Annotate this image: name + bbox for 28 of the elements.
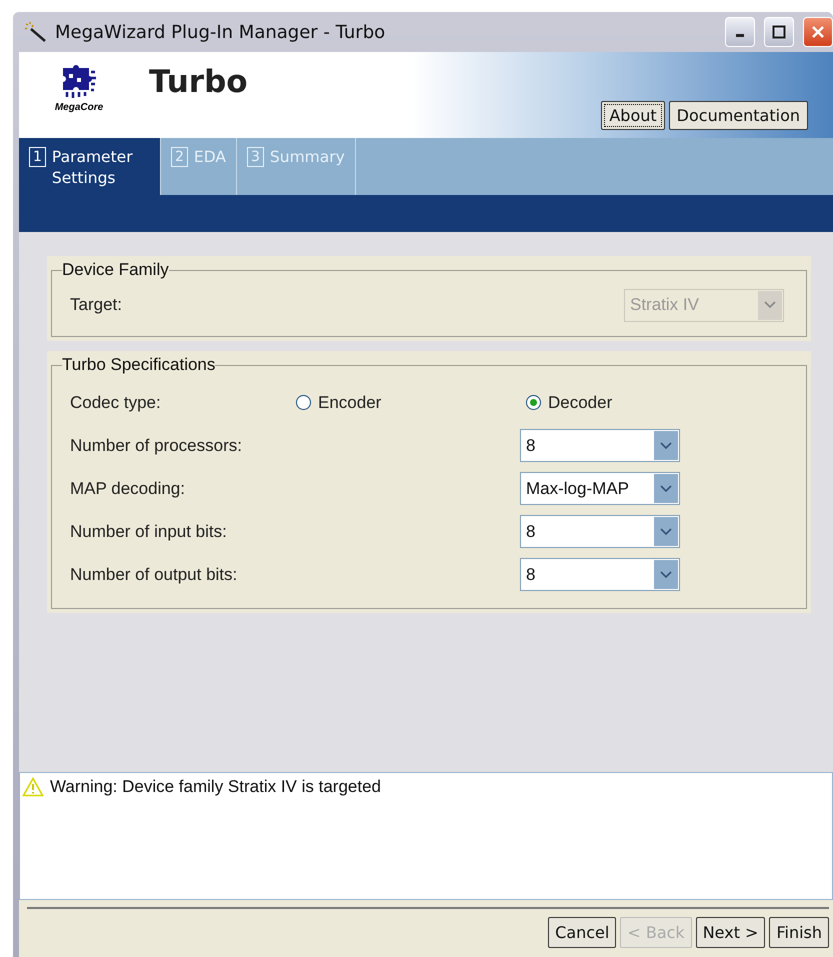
wizard-button[interactable]: Cancel [548,917,616,948]
value-dropdown[interactable]: 8 [520,515,680,548]
logo-caption: MegaCore [54,102,104,113]
value-dropdown[interactable]: 8 [520,558,680,591]
minimize-icon[interactable] [725,17,755,47]
wizard-button[interactable]: Finish [769,917,829,948]
field-label: Number of output bits: [70,564,238,584]
codec-type-label: Codec type: [70,392,162,412]
value-dropdown[interactable]: 8 [520,429,680,462]
target-label: Target: [70,295,123,315]
codec-radio[interactable]: Decoder [526,392,756,412]
field-label: Number of processors: [70,436,243,456]
close-icon[interactable] [803,17,833,47]
wizard-tab[interactable]: 1 Parameter Settings [19,138,161,195]
field-label: Number of input bits: [70,522,228,542]
page-title: Turbo [149,64,249,102]
field-label: MAP decoding: [70,478,186,498]
window-title: MegaWizard Plug-In Manager - Turbo [55,22,386,42]
codec-radio[interactable]: Encoder [296,392,526,412]
warning-message: Warning: Device family Stratix IV is targeted [50,777,381,797]
value-dropdown[interactable]: Max-log-MAP [520,472,680,505]
maximize-icon[interactable] [764,17,794,47]
group-title: Device Family [62,260,169,280]
header-button[interactable]: About [601,101,665,130]
warning-icon [22,777,44,797]
wizard-button[interactable]: Next > [696,917,766,948]
header-button[interactable]: Documentation [668,101,808,130]
group-title: Turbo Specifications [62,355,216,375]
